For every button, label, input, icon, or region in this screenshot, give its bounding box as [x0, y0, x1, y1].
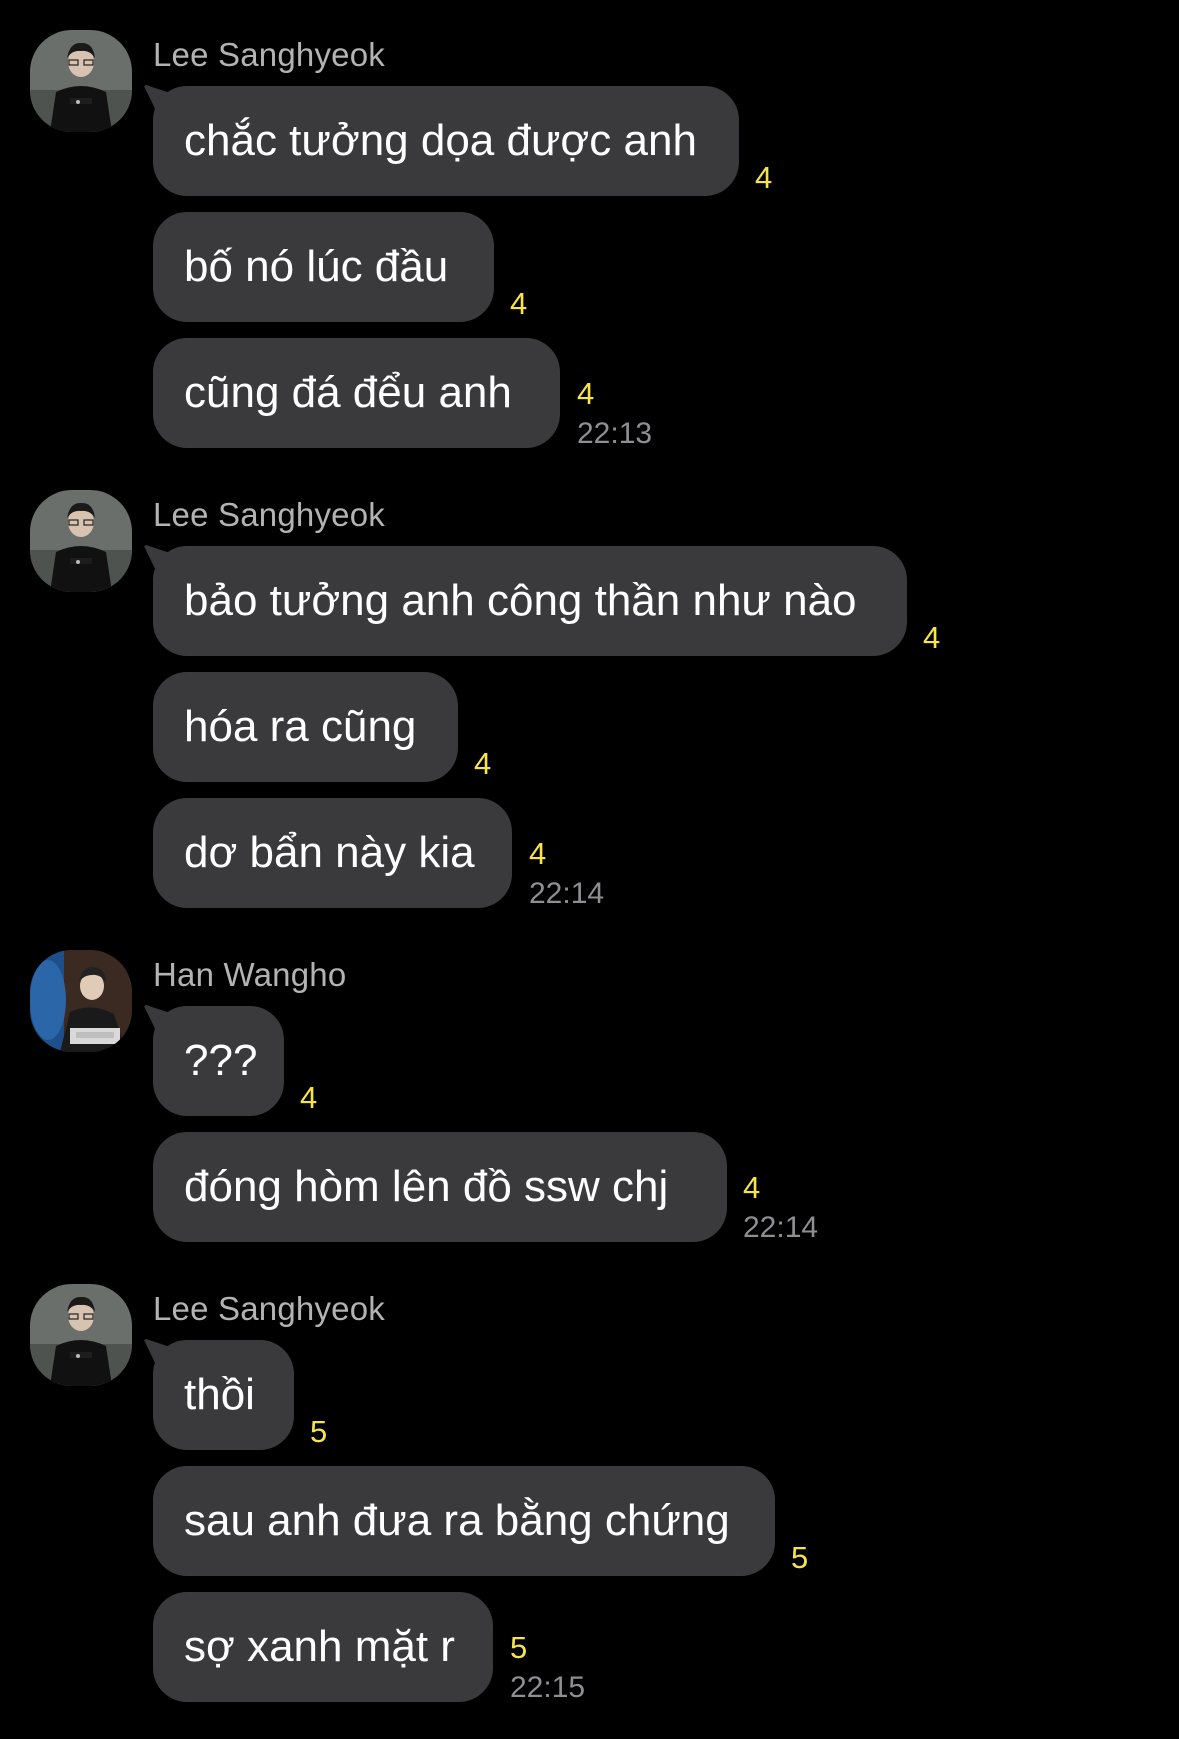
message-bubble[interactable]: hóa ra cũng [153, 672, 458, 782]
message-meta: 4 22:14 [743, 1132, 863, 1244]
message-bubble[interactable]: ??? [153, 1006, 284, 1116]
message-row: sợ xanh mặt r 5 22:15 [0, 1592, 1179, 1704]
timestamp: 22:13 [577, 417, 653, 450]
message-bubble[interactable]: cũng đá đểu anh [153, 338, 560, 448]
timestamp: 22:14 [743, 1211, 819, 1244]
message-meta: 4 22:14 [529, 798, 649, 910]
message-meta: 5 [310, 1340, 430, 1450]
message-bubble[interactable]: đóng hòm lên đồ ssw chj [153, 1132, 727, 1242]
timestamp: 22:14 [529, 877, 605, 910]
message-meta: 4 [923, 546, 1043, 656]
message-meta: 5 [791, 1466, 911, 1576]
message-row: bảo tưởng anh công thần như nào 4 [0, 546, 1179, 656]
message-bubble[interactable]: bảo tưởng anh công thần như nào [153, 546, 907, 656]
message-bubble[interactable]: bố nó lúc đầu [153, 212, 494, 322]
unread-count: 5 [791, 1540, 809, 1575]
unread-count: 5 [310, 1414, 328, 1449]
message-bubble[interactable]: sau anh đưa ra bằng chứng [153, 1466, 775, 1576]
message-meta: 4 [474, 672, 594, 782]
unread-count: 5 [510, 1630, 528, 1665]
message-row: hóa ra cũng 4 [0, 672, 1179, 782]
message-row: ??? 4 [0, 1006, 1179, 1116]
message-meta: 4 [755, 86, 875, 196]
message-row: bố nó lúc đầu 4 [0, 212, 1179, 322]
sender-name: Lee Sanghyeok [153, 496, 385, 533]
message-bubble[interactable]: thồi [153, 1340, 294, 1450]
unread-count: 4 [474, 746, 492, 781]
message-bubble[interactable]: dơ bẩn này kia [153, 798, 512, 908]
message-meta: 4 [510, 212, 630, 322]
message-row: thồi 5 [0, 1340, 1179, 1450]
unread-count: 4 [755, 160, 773, 195]
message-meta: 4 [300, 1006, 420, 1116]
message-row: dơ bẩn này kia 4 22:14 [0, 798, 1179, 910]
message-row: chắc tưởng dọa được anh 4 [0, 86, 1179, 196]
unread-count: 4 [923, 620, 941, 655]
sender-name: Han Wangho [153, 956, 347, 993]
message-row: đóng hòm lên đồ ssw chj 4 22:14 [0, 1132, 1179, 1244]
unread-count: 4 [577, 376, 595, 411]
sender-name: Lee Sanghyeok [153, 36, 385, 73]
message-bubble[interactable]: sợ xanh mặt r [153, 1592, 493, 1702]
message-row: sau anh đưa ra bằng chứng 5 [0, 1466, 1179, 1576]
unread-count: 4 [529, 836, 547, 871]
unread-count: 4 [743, 1170, 761, 1205]
message-row: cũng đá đểu anh 4 22:13 [0, 338, 1179, 450]
unread-count: 4 [300, 1080, 318, 1115]
message-meta: 5 22:15 [510, 1592, 630, 1704]
unread-count: 4 [510, 286, 528, 321]
timestamp: 22:15 [510, 1671, 586, 1704]
message-bubble[interactable]: chắc tưởng dọa được anh [153, 86, 739, 196]
sender-name: Lee Sanghyeok [153, 1290, 385, 1327]
message-meta: 4 22:13 [577, 338, 697, 450]
